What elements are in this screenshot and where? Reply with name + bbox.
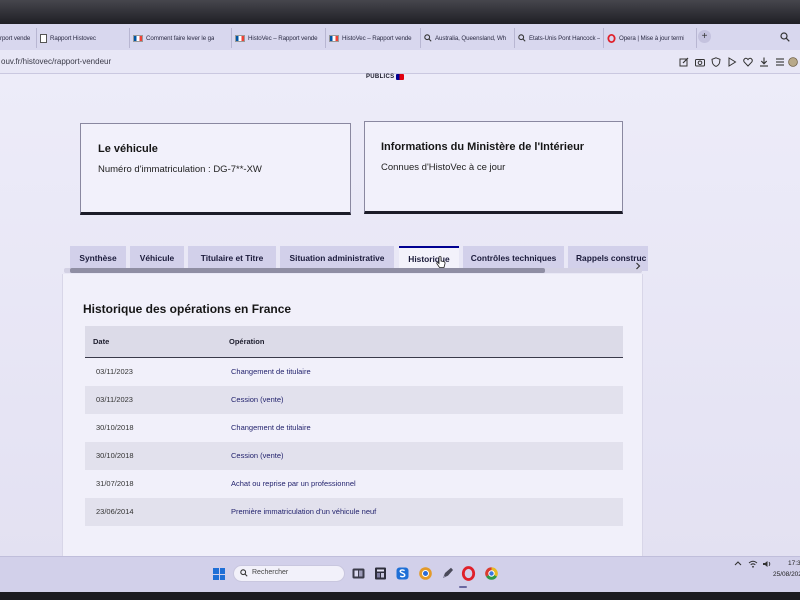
logo[interactable]: PUBLICS — [366, 74, 405, 80]
flag-icon — [133, 34, 143, 42]
task-view-icon[interactable] — [351, 566, 366, 581]
mouse-cursor-icon — [436, 256, 446, 269]
skype-icon[interactable] — [395, 566, 410, 581]
active-app-indicator — [459, 586, 467, 588]
flag-icon — [235, 34, 245, 42]
browser-tab[interactable]: États-Unis Pont Hancock – — [515, 28, 604, 48]
row-date: 03/11/2023 — [96, 367, 133, 376]
browser-icon[interactable] — [418, 566, 433, 581]
browser-tab-label: Opera | Mise à jour termi — [619, 34, 685, 42]
table-row: 30/10/2018 Cession (vente) — [85, 442, 623, 470]
browser-tab[interactable]: rport vende — [0, 28, 37, 48]
browser-tab-label: rport vende — [0, 34, 31, 42]
heart-icon[interactable] — [743, 57, 753, 67]
row-operation: Cession (vente) — [231, 451, 284, 460]
table-header: Date Opération — [85, 326, 623, 358]
windows-icon[interactable] — [213, 568, 225, 580]
table-row: 31/07/2018 Achat ou reprise par un profe… — [85, 470, 623, 498]
table-row: 23/06/2014 Première immatriculation d'un… — [85, 498, 623, 526]
vehicle-card: Le véhicule Numéro d'immatriculation : D… — [80, 123, 351, 215]
browser-tab-label: HistoVec – Rapport vende — [248, 34, 318, 42]
search-icon — [240, 569, 248, 577]
browser-tab-label: États-Unis Pont Hancock – — [529, 34, 601, 42]
monitor-bezel-top — [0, 0, 800, 24]
download-icon[interactable] — [759, 57, 769, 67]
volume-icon[interactable] — [762, 560, 772, 568]
logo-text: PUBLICS — [366, 74, 395, 80]
chevron-up-icon[interactable] — [734, 560, 742, 566]
row-date: 30/10/2018 — [96, 451, 134, 460]
monitor-bezel-bottom — [0, 592, 800, 600]
row-date: 23/06/2014 — [96, 507, 134, 516]
browser-tab[interactable]: Opera | Mise à jour termi — [604, 28, 697, 48]
browser-tab[interactable]: Comment faire lever le ga — [130, 28, 232, 48]
card-subtitle: Connues d'HistoVec à ce jour — [381, 162, 506, 173]
ministry-card: Informations du Ministère de l'Intérieur… — [364, 121, 623, 214]
play-icon[interactable] — [727, 57, 737, 67]
chrome-icon[interactable] — [484, 566, 499, 581]
new-tab-button[interactable]: + — [698, 30, 711, 43]
row-operation: Achat ou reprise par un professionnel — [231, 479, 356, 488]
table-row: 03/11/2023 Cession (vente) — [85, 386, 623, 414]
widgets-icon[interactable] — [373, 566, 388, 581]
browser-tab-bar: rport vende Rapport Histovec Comment fai… — [0, 24, 800, 50]
search-icon — [518, 34, 526, 42]
browser-tab[interactable]: HistoVec – Rapport vende — [326, 28, 421, 48]
taskbar-search-box[interactable] — [233, 565, 345, 582]
profile-icon[interactable] — [788, 57, 798, 67]
registration-number: Numéro d'immatriculation : DG-7**-XW — [98, 164, 262, 175]
row-operation: Première immatriculation d'un véhicule n… — [231, 507, 377, 516]
row-operation: Changement de titulaire — [231, 423, 311, 432]
table-row: 03/11/2023 Changement de titulaire — [85, 358, 623, 386]
row-date: 30/10/2018 — [96, 423, 134, 432]
column-header-date: Date — [93, 337, 110, 346]
document-icon — [40, 33, 47, 43]
browser-tab-label: Comment faire lever le ga — [146, 34, 215, 42]
edit-icon[interactable] — [679, 57, 689, 67]
chevron-right-icon[interactable] — [635, 262, 641, 270]
browser-tab[interactable]: HistoVec – Rapport vende — [232, 28, 326, 48]
flag-icon — [329, 34, 339, 42]
card-title: Le véhicule — [98, 143, 158, 155]
search-icon[interactable] — [780, 32, 790, 42]
shield-icon[interactable] — [711, 57, 721, 67]
section-title: Historique des opérations en France — [83, 302, 292, 316]
marianne-flag-icon — [396, 74, 405, 80]
opera-icon — [607, 33, 616, 43]
row-operation: Cession (vente) — [231, 395, 284, 404]
tabs-scrollbar-thumb[interactable] — [70, 268, 545, 273]
taskbar-search-placeholder[interactable]: Rechercher — [252, 569, 288, 576]
url-text[interactable]: ouv.fr/histovec/rapport-vendeur — [1, 57, 111, 66]
browser-tab[interactable]: Rapport Histovec — [37, 28, 130, 48]
wifi-icon[interactable] — [748, 560, 758, 568]
menu-icon[interactable] — [775, 57, 785, 67]
browser-tab-label: HistoVec – Rapport vende — [342, 34, 412, 42]
pen-app-icon[interactable] — [440, 566, 455, 581]
browser-tab[interactable]: Australia, Queensland, Wh — [421, 28, 515, 48]
search-icon — [424, 34, 432, 42]
row-date: 31/07/2018 — [96, 479, 134, 488]
column-header-operation: Opération — [229, 337, 265, 346]
browser-tab-label: Rapport Histovec — [50, 34, 96, 42]
clock-date[interactable]: 25/08/202 — [773, 571, 800, 578]
clock-time[interactable]: 17:3 — [788, 560, 800, 567]
opera-icon[interactable] — [461, 566, 476, 581]
table-row: 30/10/2018 Changement de titulaire — [85, 414, 623, 442]
card-title: Informations du Ministère de l'Intérieur — [381, 141, 585, 153]
row-date: 03/11/2023 — [96, 395, 133, 404]
camera-icon[interactable] — [695, 57, 705, 67]
row-operation: Changement de titulaire — [231, 367, 311, 376]
browser-tab-label: Australia, Queensland, Wh — [435, 34, 507, 42]
